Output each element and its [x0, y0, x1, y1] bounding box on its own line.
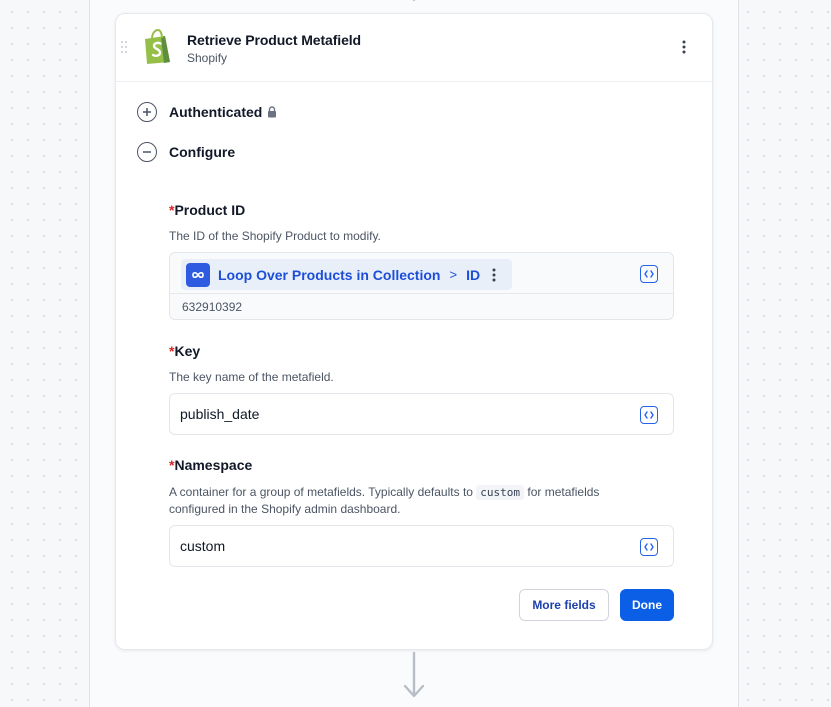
more-fields-button[interactable]: More fields — [519, 589, 609, 621]
shopify-logo-icon — [145, 29, 170, 64]
code-icon — [644, 270, 654, 278]
resolved-value: 632910392 — [182, 300, 243, 314]
step-subtitle: Shopify — [187, 51, 228, 65]
reference-field-name: ID — [466, 266, 481, 283]
key-label-text: Key — [174, 343, 201, 359]
reference-divider — [170, 293, 673, 294]
product-id-input[interactable]: Loop Over Products in Collection > ID 63… — [169, 252, 674, 320]
code-toggle-button[interactable] — [640, 265, 658, 283]
section-configure-label: Configure — [169, 144, 236, 160]
section-authenticated[interactable]: Authenticated — [137, 102, 277, 122]
product-id-label-text: Product ID — [174, 202, 246, 218]
code-toggle-button[interactable] — [640, 538, 658, 556]
product-id-label: *Product ID — [169, 202, 245, 218]
namespace-label-text: Namespace — [174, 457, 253, 473]
reference-menu-button[interactable] — [488, 266, 500, 284]
reference-chip[interactable]: Loop Over Products in Collection > ID — [181, 259, 512, 290]
drag-handle-icon[interactable] — [120, 40, 128, 54]
section-configure[interactable]: Configure — [137, 142, 235, 162]
header-divider — [116, 81, 712, 82]
collapse-minus-icon — [137, 142, 157, 162]
lock-icon — [268, 106, 277, 118]
more-vertical-icon — [492, 268, 496, 282]
code-icon — [644, 411, 654, 419]
key-input-value: publish_date — [180, 406, 260, 422]
reference-separator: > — [449, 267, 458, 282]
reference-step-name: Loop Over Products in Collection — [218, 266, 441, 283]
done-button[interactable]: Done — [620, 589, 674, 621]
namespace-input[interactable]: custom — [169, 525, 674, 567]
key-description: The key name of the metafield. — [169, 370, 334, 384]
step-card: Retrieve Product Metafield Shopify Authe… — [115, 13, 713, 650]
step-title: Retrieve Product Metafield — [187, 32, 361, 48]
product-id-description: The ID of the Shopify Product to modify. — [169, 229, 381, 243]
namespace-input-value: custom — [180, 538, 226, 554]
key-input[interactable]: publish_date — [169, 393, 674, 435]
connector-arrow-down-icon — [403, 651, 425, 698]
connector-arrow-top — [412, 0, 416, 2]
code-toggle-button[interactable] — [640, 406, 658, 424]
namespace-label: *Namespace — [169, 457, 252, 473]
namespace-description-text: A container for a group of metafields. T… — [169, 485, 473, 499]
key-label: *Key — [169, 343, 200, 359]
code-chip: custom — [476, 485, 525, 500]
more-vertical-icon — [682, 40, 686, 54]
code-icon — [644, 543, 654, 551]
expand-plus-icon — [137, 102, 157, 122]
section-authenticated-label: Authenticated — [169, 104, 263, 120]
namespace-description: A container for a group of metafields. T… — [169, 484, 649, 518]
loop-icon — [186, 262, 210, 287]
step-menu-button[interactable] — [674, 36, 694, 58]
